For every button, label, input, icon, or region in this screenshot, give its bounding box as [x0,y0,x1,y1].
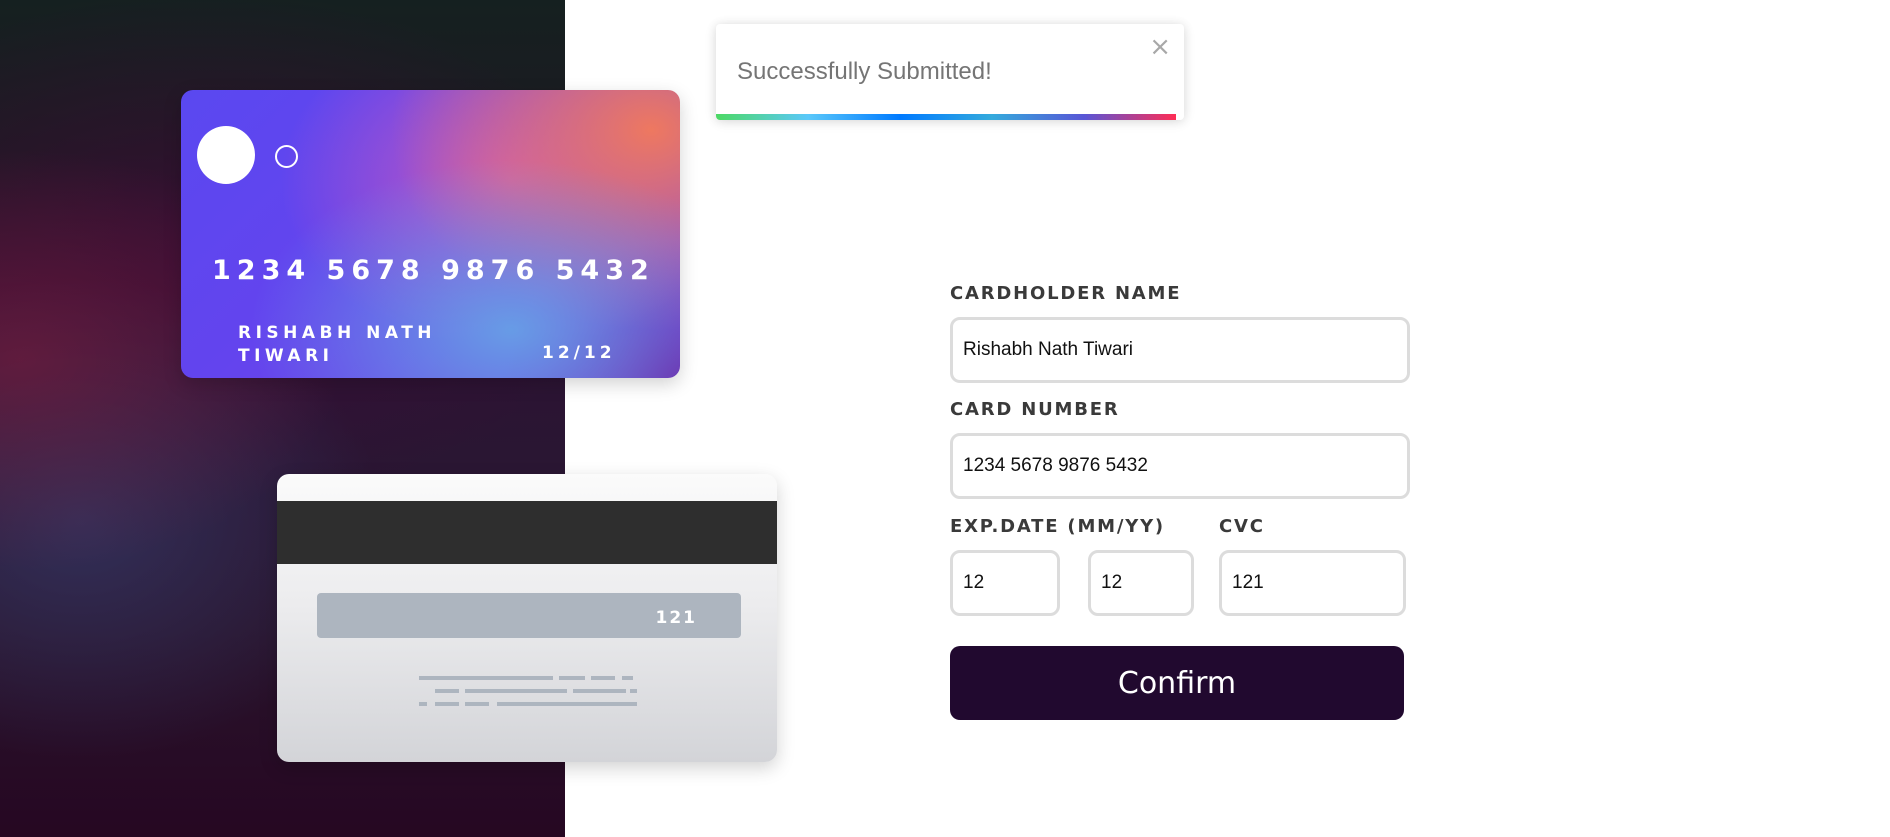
card-number-input[interactable] [950,433,1410,499]
cvc-label: CVC [1219,516,1265,537]
card-expiry-display: 12/12 [542,343,616,363]
cardholder-name-input[interactable] [950,317,1410,383]
toast-message: Successfully Submitted! [737,58,992,85]
card-back-decorative-lines [419,676,637,706]
cardholder-name-display: RISHABH NATH TIWARI [238,323,437,366]
signature-strip: 121 [317,593,741,638]
magnetic-stripe [277,501,777,564]
card-logo-circle-outline [275,145,298,168]
toast-progress-bar [716,114,1176,120]
card-back-preview: 121 [277,474,777,762]
toast-close-icon[interactable]: × [1149,34,1171,60]
card-front-preview: 1234 5678 9876 5432 RISHABH NATH TIWARI … [181,90,680,378]
page: 1234 5678 9876 5432 RISHABH NATH TIWARI … [0,0,1890,837]
cvc-input[interactable] [1219,550,1406,616]
card-logo-circle-filled [197,126,255,184]
confirm-button[interactable]: Confirm [950,646,1404,720]
card-number-label: CARD NUMBER [950,399,1120,420]
expiry-month-input[interactable] [950,550,1060,616]
success-toast: Successfully Submitted! × [716,24,1184,120]
card-cvc-display: 121 [655,608,697,628]
expiry-date-label: EXP.DATE (MM/YY) [950,516,1165,537]
card-number-display: 1234 5678 9876 5432 [212,255,655,286]
cardholder-name-label: CARDHOLDER NAME [950,283,1182,304]
expiry-year-input[interactable] [1088,550,1194,616]
